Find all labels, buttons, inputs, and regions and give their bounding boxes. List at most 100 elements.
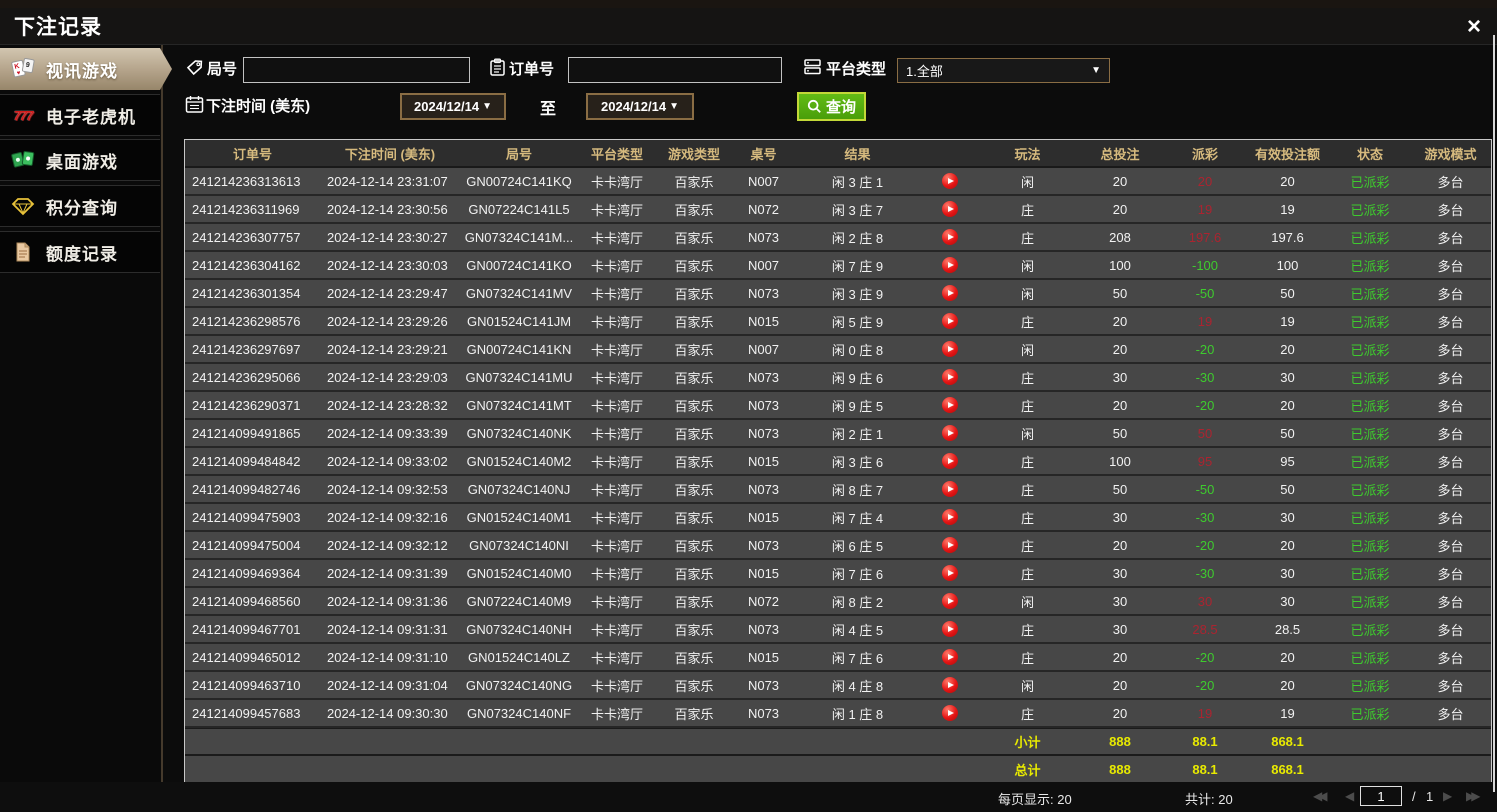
table-row[interactable]: 2412142362950662024-12-14 23:29:03GN0732… bbox=[185, 364, 1491, 392]
table-row[interactable]: 2412140994677012024-12-14 09:31:31GN0732… bbox=[185, 616, 1491, 644]
subtotal-total-bet: 888 bbox=[1075, 729, 1165, 754]
play-result-icon[interactable] bbox=[942, 313, 958, 329]
result-cell: 闲 1 庄 8 bbox=[795, 700, 920, 726]
sidebar-item-points[interactable]: 积分查询 bbox=[0, 185, 160, 227]
play-result-icon[interactable] bbox=[942, 705, 958, 721]
table-row[interactable]: 2412140994848422024-12-14 09:33:02GN0152… bbox=[185, 448, 1491, 476]
table-no-cell: N073 bbox=[732, 616, 795, 642]
next-page-icon[interactable]: ▶ bbox=[1443, 789, 1452, 803]
order-no-input[interactable] bbox=[568, 57, 782, 83]
table-row[interactable]: 2412142362985762024-12-14 23:29:26GN0152… bbox=[185, 308, 1491, 336]
game-type-cell: 百家乐 bbox=[656, 336, 732, 362]
game-type-cell: 百家乐 bbox=[656, 644, 732, 670]
play-result-icon[interactable] bbox=[942, 649, 958, 665]
table-row[interactable]: 2412140994576832024-12-14 09:30:30GN0732… bbox=[185, 700, 1491, 728]
sidebar-item-slots[interactable]: 777 电子老虎机 bbox=[0, 94, 160, 136]
status-cell: 已派彩 bbox=[1330, 364, 1410, 390]
play-result-icon[interactable] bbox=[942, 537, 958, 553]
game-type-cell: 百家乐 bbox=[656, 280, 732, 306]
game-type-cell: 百家乐 bbox=[656, 588, 732, 614]
subtotal-payout: 88.1 bbox=[1165, 729, 1245, 754]
title-bar: 下注记录 × bbox=[0, 8, 1497, 45]
play-result-icon[interactable] bbox=[942, 285, 958, 301]
bet-option-cell: 庄 bbox=[980, 448, 1075, 474]
table-row[interactable]: 2412142362976972024-12-14 23:29:21GN0072… bbox=[185, 336, 1491, 364]
page-separator: / bbox=[1412, 789, 1416, 804]
game-mode-cell: 多台 bbox=[1410, 420, 1491, 446]
total-bet-cell: 20 bbox=[1075, 532, 1165, 558]
table-row[interactable]: 2412142363119692024-12-14 23:30:56GN0722… bbox=[185, 196, 1491, 224]
play-result-icon[interactable] bbox=[942, 621, 958, 637]
table-row[interactable]: 2412140994759032024-12-14 09:32:16GN0152… bbox=[185, 504, 1491, 532]
round-no-cell: GN00724C141KN bbox=[460, 336, 578, 362]
game-mode-cell: 多台 bbox=[1410, 532, 1491, 558]
last-page-icon[interactable]: ▶▶ bbox=[1466, 789, 1476, 803]
column-header bbox=[920, 140, 980, 166]
result-cell: 闲 6 庄 5 bbox=[795, 532, 920, 558]
table-row[interactable]: 2412140994918652024-12-14 09:33:39GN0732… bbox=[185, 420, 1491, 448]
play-result-icon[interactable] bbox=[942, 677, 958, 693]
result-cell: 闲 9 庄 6 bbox=[795, 364, 920, 390]
play-result-icon[interactable] bbox=[942, 369, 958, 385]
play-result-icon[interactable] bbox=[942, 481, 958, 497]
total-bet-cell: 30 bbox=[1075, 588, 1165, 614]
column-header: 玩法 bbox=[980, 140, 1075, 166]
play-result-icon[interactable] bbox=[942, 257, 958, 273]
sidebar-item-quota[interactable]: 额度记录 bbox=[0, 231, 160, 273]
table-no-cell: N072 bbox=[732, 588, 795, 614]
right-edge-scrollbar[interactable] bbox=[1493, 35, 1495, 792]
platform-cell: 卡卡湾厅 bbox=[578, 252, 656, 278]
table-no-cell: N007 bbox=[732, 252, 795, 278]
table-row[interactable]: 2412140994685602024-12-14 09:31:36GN0722… bbox=[185, 588, 1491, 616]
play-cell bbox=[920, 588, 980, 614]
play-result-icon[interactable] bbox=[942, 565, 958, 581]
query-button[interactable]: 查询 bbox=[797, 92, 866, 121]
table-no-cell: N007 bbox=[732, 168, 795, 194]
play-result-icon[interactable] bbox=[942, 341, 958, 357]
table-row[interactable]: 2412142363041622024-12-14 23:30:03GN0072… bbox=[185, 252, 1491, 280]
play-result-icon[interactable] bbox=[942, 397, 958, 413]
round-no-input[interactable] bbox=[243, 57, 470, 83]
total-bet-cell: 20 bbox=[1075, 196, 1165, 222]
table-row[interactable]: 2412140994693642024-12-14 09:31:39GN0152… bbox=[185, 560, 1491, 588]
sidebar-item-video-games[interactable]: K ♥ 9 视讯游戏 bbox=[0, 48, 172, 90]
date-from-picker[interactable]: 2024/12/14▼ bbox=[400, 93, 506, 120]
close-icon[interactable]: × bbox=[1461, 14, 1487, 40]
table-row[interactable]: 2412140994827462024-12-14 09:32:53GN0732… bbox=[185, 476, 1491, 504]
game-mode-cell: 多台 bbox=[1410, 476, 1491, 502]
prev-page-icon[interactable]: ◀ bbox=[1345, 789, 1354, 803]
page-number-input[interactable] bbox=[1360, 786, 1402, 806]
table-no-cell: N073 bbox=[732, 532, 795, 558]
play-result-icon[interactable] bbox=[942, 593, 958, 609]
total-label: 总计 bbox=[980, 756, 1075, 783]
page-title: 下注记录 bbox=[0, 11, 102, 41]
game-mode-cell: 多台 bbox=[1410, 588, 1491, 614]
table-row[interactable]: 2412142363013542024-12-14 23:29:47GN0732… bbox=[185, 280, 1491, 308]
total-bet-cell: 50 bbox=[1075, 476, 1165, 502]
table-row[interactable]: 2412140994650122024-12-14 09:31:10GN0152… bbox=[185, 644, 1491, 672]
table-row[interactable]: 2412142363077572024-12-14 23:30:27GN0732… bbox=[185, 224, 1491, 252]
subtotal-label: 小计 bbox=[980, 729, 1075, 754]
play-result-icon[interactable] bbox=[942, 229, 958, 245]
platform-cell: 卡卡湾厅 bbox=[578, 644, 656, 670]
valid-bet-cell: 30 bbox=[1245, 364, 1330, 390]
order-no-cell: 241214099457683 bbox=[185, 700, 320, 726]
play-result-icon[interactable] bbox=[942, 425, 958, 441]
payout-cell: -20 bbox=[1165, 392, 1245, 418]
payout-cell: 28.5 bbox=[1165, 616, 1245, 642]
platform-type-select[interactable]: 1.全部 ▼ bbox=[897, 58, 1110, 83]
game-mode-cell: 多台 bbox=[1410, 252, 1491, 278]
play-cell bbox=[920, 420, 980, 446]
table-row[interactable]: 2412142363136132024-12-14 23:31:07GN0072… bbox=[185, 168, 1491, 196]
table-row[interactable]: 2412140994750042024-12-14 09:32:12GN0732… bbox=[185, 532, 1491, 560]
play-result-icon[interactable] bbox=[942, 173, 958, 189]
date-to-picker[interactable]: 2024/12/14▼ bbox=[586, 93, 694, 120]
play-result-icon[interactable] bbox=[942, 201, 958, 217]
table-row[interactable]: 2412140994637102024-12-14 09:31:04GN0732… bbox=[185, 672, 1491, 700]
sidebar-item-table-games[interactable]: 桌面游戏 bbox=[0, 139, 160, 181]
table-row[interactable]: 2412142362903712024-12-14 23:28:32GN0732… bbox=[185, 392, 1491, 420]
first-page-icon[interactable]: ◀◀ bbox=[1313, 789, 1323, 803]
platform-cell: 卡卡湾厅 bbox=[578, 700, 656, 726]
play-result-icon[interactable] bbox=[942, 453, 958, 469]
play-result-icon[interactable] bbox=[942, 509, 958, 525]
